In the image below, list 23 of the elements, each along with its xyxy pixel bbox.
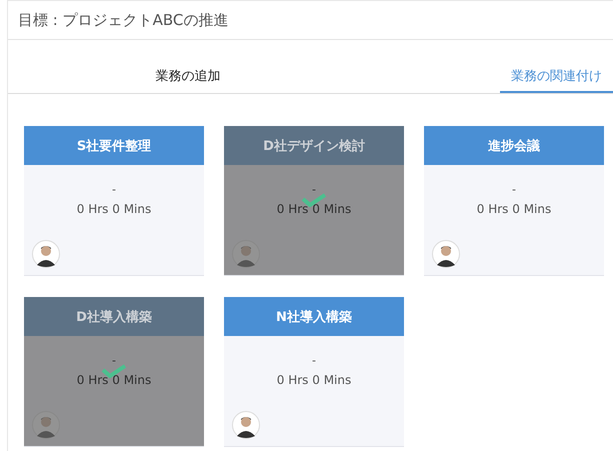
task-note: - <box>112 183 116 196</box>
task-duration: 0 Hrs 0 Mins <box>76 202 152 216</box>
task-duration: 0 Hrs 0 Mins <box>276 202 352 216</box>
avatar-icon <box>232 411 260 439</box>
task-duration: 0 Hrs 0 Mins <box>476 202 552 216</box>
task-title: D社デザイン検討 <box>263 138 365 154</box>
task-note: - <box>112 354 116 367</box>
task-title: S社要件整理 <box>76 138 152 154</box>
task-title: 進捗会議 <box>488 138 540 154</box>
task-note: - <box>512 183 516 196</box>
task-card[interactable]: N社導入構築 - 0 Hrs 0 Mins <box>224 297 404 447</box>
page-title: 目標 : プロジェクトABCの推進 <box>18 10 228 30</box>
task-note: - <box>312 183 316 196</box>
task-card[interactable]: 進捗会議 - 0 Hrs 0 Mins <box>424 126 604 276</box>
task-title: D社導入構築 <box>76 308 152 326</box>
task-card[interactable]: S社要件整理 - 0 Hrs 0 Mins <box>24 126 204 276</box>
task-duration: 0 Hrs 0 Mins <box>276 373 352 387</box>
avatar-icon <box>432 240 460 268</box>
task-duration: 0 Hrs 0 Mins <box>76 373 152 387</box>
task-note: - <box>312 354 316 367</box>
avatar-icon <box>32 240 60 268</box>
task-title: N社導入構築 <box>276 308 352 326</box>
tab[interactable]: 業務の追加 <box>8 60 368 93</box>
